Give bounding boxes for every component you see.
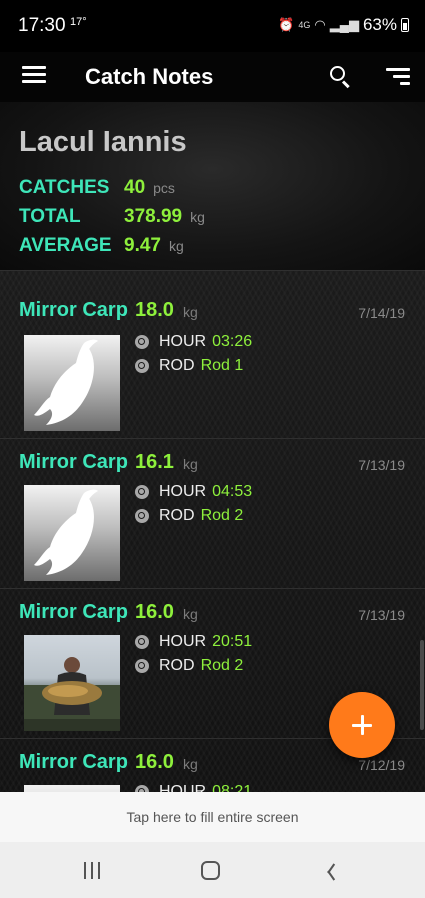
detail-rod: ROD Rod 2 [135,655,243,677]
fish-placeholder-image[interactable] [24,785,120,792]
catch-unit: kg [183,606,198,622]
detail-value: Rod 2 [200,657,244,674]
catch-photo[interactable] [24,635,120,731]
alarm-icon: ⏰ [278,17,295,32]
stat-total: TOTAL 378.99 kg [19,206,205,234]
battery-percent: 63% [362,15,397,34]
fish-placeholder-image[interactable] [24,335,120,431]
catch-species: Mirror Carp [19,451,128,473]
catch-weight: 16.1 [135,451,174,473]
stat-label: TOTAL [19,206,81,227]
detail-value: 03:26 [212,333,253,350]
system-nav-bar [0,842,425,898]
catch-date: 7/14/19 [358,305,405,321]
search-icon[interactable] [330,66,352,89]
catch-weight: 16.0 [135,601,174,623]
catch-species: Mirror Carp [19,299,128,321]
info-bullet-icon [135,635,149,649]
location-title: Lacul Iannis [19,126,187,158]
catch-date: 7/12/19 [358,757,405,773]
stat-unit: pcs [153,180,175,196]
network-type: 4G [298,20,311,30]
catch-date: 7/13/19 [358,457,405,473]
add-catch-button[interactable] [329,692,395,758]
detail-label: ROD [159,357,195,374]
catch-species: Mirror Carp [19,601,128,623]
carp-silhouette-icon [34,339,98,425]
catch-weight: 18.0 [135,299,174,321]
catch-weight: 16.0 [135,751,174,773]
status-temperature: 17° [70,16,87,28]
detail-rod: ROD Rod 2 [135,505,243,527]
stat-label: CATCHES [19,177,110,198]
status-time: 17:30 [18,15,66,36]
stat-unit: kg [168,238,184,254]
detail-hour: HOUR 03:26 [135,331,252,353]
stat-value: 40 [124,177,146,198]
catch-unit: kg [183,756,198,772]
detail-hour: HOUR 04:53 [135,481,252,503]
catch-card[interactable]: Mirror Carp 16.1 kg 7/13/19 HOUR 04:53 R… [0,438,425,588]
ad-banner[interactable]: Tap here to fill entire screen [0,792,425,842]
detail-label: HOUR [159,333,207,350]
detail-label: HOUR [159,783,207,792]
stat-label: AVERAGE [19,235,112,256]
info-bullet-icon [135,509,149,523]
app-bar: Catch Notes [0,52,425,102]
battery-icon [401,18,409,32]
signal-icon: ▂▄▆ [329,17,359,32]
info-bullet-icon [135,785,149,792]
stat-average: AVERAGE 9.47 kg [19,235,184,263]
detail-value: 20:51 [212,633,253,650]
detail-hour: HOUR 08:21 [135,781,252,792]
info-bullet-icon [135,485,149,499]
stat-unit: kg [190,209,205,225]
detail-value: 04:53 [212,483,253,500]
recents-icon[interactable] [84,862,102,880]
info-bullet-icon [135,359,149,373]
status-bar: 17:30 17° ⏰ 4G ◠ ▂▄▆ 63% [0,0,425,52]
stat-value: 9.47 [124,235,161,256]
catch-unit: kg [183,456,198,472]
scrollbar-thumb[interactable] [420,640,424,730]
detail-label: HOUR [159,633,207,650]
sort-icon[interactable] [386,68,410,86]
back-icon[interactable] [322,862,340,881]
detail-value: 08:21 [212,783,253,792]
detail-value: Rod 2 [200,507,244,524]
wifi-icon: ◠ [314,17,326,32]
ad-banner-text: Tap here to fill entire screen [126,809,299,825]
detail-label: ROD [159,507,195,524]
plus-icon-vertical [361,715,364,735]
catch-card[interactable]: Mirror Carp 18.0 kg 7/14/19 HOUR 03:26 R… [0,270,425,431]
info-bullet-icon [135,335,149,349]
stat-catches: CATCHES 40 pcs [19,177,175,205]
stat-value: 378.99 [124,206,183,227]
catch-unit: kg [183,304,198,320]
info-bullet-icon [135,659,149,673]
catch-date: 7/13/19 [358,607,405,623]
status-indicators: ⏰ 4G ◠ ▂▄▆ 63% [278,15,409,35]
detail-rod: ROD Rod 1 [135,355,243,377]
carp-silhouette-icon [34,489,98,575]
fish-placeholder-image[interactable] [24,485,120,581]
detail-value: Rod 1 [200,357,244,374]
detail-label: HOUR [159,483,207,500]
catch-species: Mirror Carp [19,751,128,773]
menu-icon[interactable] [22,66,46,84]
home-icon[interactable] [201,861,220,880]
summary-header: Lacul Iannis CATCHES 40 pcs TOTAL 378.99… [0,102,425,270]
angler-with-carp-image [24,657,120,731]
detail-label: ROD [159,657,195,674]
app-title: Catch Notes [85,64,214,89]
detail-hour: HOUR 20:51 [135,631,252,653]
